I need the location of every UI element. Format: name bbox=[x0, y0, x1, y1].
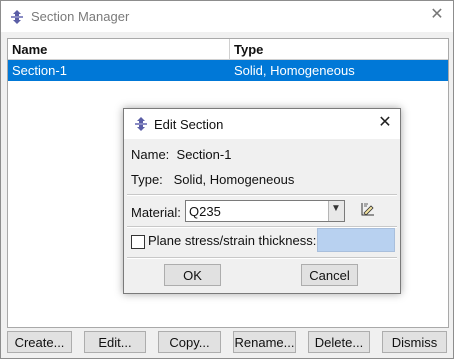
thickness-checkbox-label: Plane stress/strain thickness: bbox=[148, 233, 317, 248]
thickness-input[interactable] bbox=[317, 228, 395, 252]
name-label: Name: bbox=[131, 147, 170, 162]
type-value: Solid, Homogeneous bbox=[173, 172, 295, 187]
chevron-down-icon: ▼ bbox=[331, 203, 341, 214]
ok-button[interactable]: OK bbox=[164, 264, 221, 286]
row-name-cell: Section-1 bbox=[12, 63, 67, 78]
copy-button[interactable]: Copy... bbox=[158, 331, 221, 353]
material-value: Q235 bbox=[189, 204, 221, 219]
create-material-icon[interactable] bbox=[360, 201, 376, 217]
dialog-title-bar: Edit Section ✕ bbox=[124, 109, 400, 139]
separator bbox=[127, 194, 397, 196]
name-value: Section-1 bbox=[176, 147, 232, 162]
abaqus-section-icon bbox=[11, 10, 23, 24]
type-field: Type: Solid, Homogeneous bbox=[131, 172, 294, 187]
thickness-checkbox[interactable] bbox=[131, 235, 145, 249]
rename-button[interactable]: Rename... bbox=[233, 331, 296, 353]
button-bar: Create... Edit... Copy... Rename... Dele… bbox=[1, 331, 453, 355]
create-button[interactable]: Create... bbox=[7, 331, 72, 353]
dismiss-button[interactable]: Dismiss bbox=[382, 331, 447, 353]
column-header-type[interactable]: Type bbox=[230, 39, 448, 60]
cancel-button[interactable]: Cancel bbox=[301, 264, 358, 286]
close-icon[interactable]: ✕ bbox=[377, 115, 393, 131]
column-header-name[interactable]: Name bbox=[8, 39, 230, 60]
abaqus-section-icon bbox=[135, 117, 147, 131]
row-type-cell: Solid, Homogeneous bbox=[234, 63, 355, 78]
separator bbox=[127, 257, 397, 259]
type-label: Type: bbox=[131, 172, 163, 187]
material-label: Material: bbox=[131, 205, 181, 220]
window-title: Section Manager bbox=[31, 9, 130, 24]
dropdown-button[interactable]: ▼ bbox=[328, 201, 344, 221]
delete-button[interactable]: Delete... bbox=[308, 331, 370, 353]
dialog-title: Edit Section bbox=[154, 117, 224, 132]
name-field: Name: Section-1 bbox=[131, 147, 231, 162]
close-icon[interactable]: ✕ bbox=[429, 7, 445, 23]
table-row[interactable]: Section-1 Solid, Homogeneous bbox=[8, 60, 448, 81]
title-bar: Section Manager ✕ bbox=[1, 1, 453, 32]
material-select[interactable]: Q235 ▼ bbox=[185, 200, 345, 222]
edit-section-dialog: Edit Section ✕ Name: Section-1 Type: Sol… bbox=[123, 108, 401, 294]
edit-button[interactable]: Edit... bbox=[84, 331, 146, 353]
